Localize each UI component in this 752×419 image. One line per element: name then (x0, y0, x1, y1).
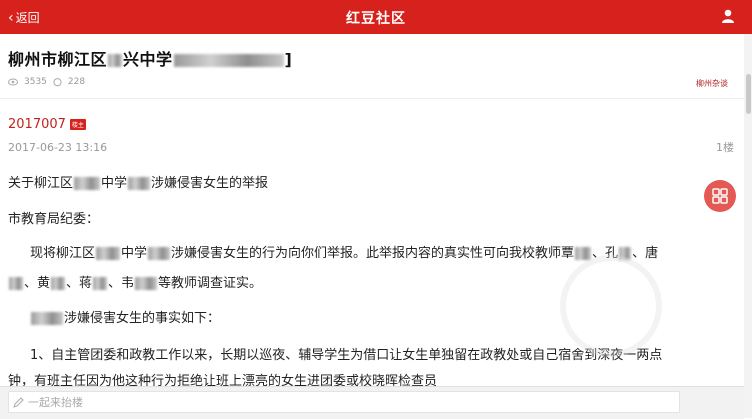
reply-input[interactable]: 一起来抬楼 (8, 391, 680, 413)
user-icon[interactable] (720, 8, 736, 24)
divider (0, 98, 744, 99)
body-text: 中学 (101, 176, 128, 191)
post-title: 柳州市柳江区 兴中学] (8, 46, 292, 70)
body-text: 等教师调查证实。 (158, 276, 263, 291)
redacted-text (74, 177, 101, 190)
body-text: 关于柳江区 (8, 176, 74, 191)
redacted-text (128, 177, 151, 190)
floating-menu-button[interactable] (704, 180, 736, 212)
post-date: 2017-06-23 13:16 (8, 141, 108, 154)
pencil-icon (13, 396, 24, 408)
scrollbar[interactable] (744, 34, 752, 418)
eye-icon (8, 78, 18, 86)
top-bar: ‹ 返回 红豆社区 (0, 0, 752, 34)
watermark-seal (560, 255, 662, 357)
board-link[interactable]: 柳州杂谈 (696, 78, 728, 89)
author-label: 2017007 (8, 117, 66, 132)
redacted-text (96, 247, 121, 260)
body-text: 中学 (121, 246, 148, 261)
grid-icon (712, 188, 728, 204)
reply-placeholder: 一起来抬楼 (28, 396, 83, 409)
redacted-text (9, 277, 23, 290)
page-title: 红豆社区 (346, 11, 406, 27)
body-text: 、韦 (108, 276, 135, 291)
author-name[interactable]: 2017007 楼主 (8, 117, 86, 132)
redacted-text (575, 247, 592, 260)
redacted-text (148, 247, 171, 260)
view-count: 3535 (24, 77, 47, 87)
body-line: 关于柳江区 中学 涉嫌侵害女生的举报 (8, 172, 268, 191)
redacted-text (51, 277, 66, 290)
reply-bar: 一起来抬楼 (0, 386, 744, 419)
redacted-text (31, 312, 63, 325)
post-title-bracket: ] (284, 50, 293, 69)
redacted-text (108, 54, 123, 67)
redacted-text (173, 54, 284, 67)
comment-icon (53, 77, 62, 86)
body-line: 1、自主管团委和政教工作以来，长期以巡夜、辅导学生为借口让女生单独留在政教处或自… (30, 348, 663, 363)
body-text: 涉嫌侵害女生的事实如下： (64, 311, 221, 326)
post-title-part2: 兴中学 (123, 50, 173, 69)
post-title-part1: 柳州市柳江区 (8, 50, 108, 69)
body-line: 涉嫌侵害女生的事实如下： (30, 307, 220, 326)
floor-number: 1楼 (716, 141, 734, 154)
scrollbar-thumb[interactable] (746, 74, 751, 114)
redacted-text (93, 277, 108, 290)
body-text: 涉嫌侵害女生的举报 (151, 176, 269, 191)
body-line: 、黄 、蒋 、韦 等教师调查证实。 (8, 272, 262, 291)
body-text: 涉嫌侵害女生的行为向你们举报。此举报内容的真实性可向我校教师覃 (171, 246, 575, 261)
body-text: 、唐 (632, 246, 659, 261)
body-text: 、黄 (24, 276, 51, 291)
comment-count: 228 (67, 77, 86, 87)
post-meta: 3535 228 (8, 77, 85, 87)
body-text: 现将柳江区 (30, 246, 96, 261)
op-badge: 楼主 (69, 119, 86, 130)
redacted-text (135, 277, 158, 290)
body-line: 现将柳江区 中学 涉嫌侵害女生的行为向你们举报。此举报内容的真实性可向我校教师覃 、孔… (30, 242, 658, 261)
body-text: 、蒋 (66, 276, 93, 291)
body-line: 市教育局纪委： (8, 212, 100, 227)
